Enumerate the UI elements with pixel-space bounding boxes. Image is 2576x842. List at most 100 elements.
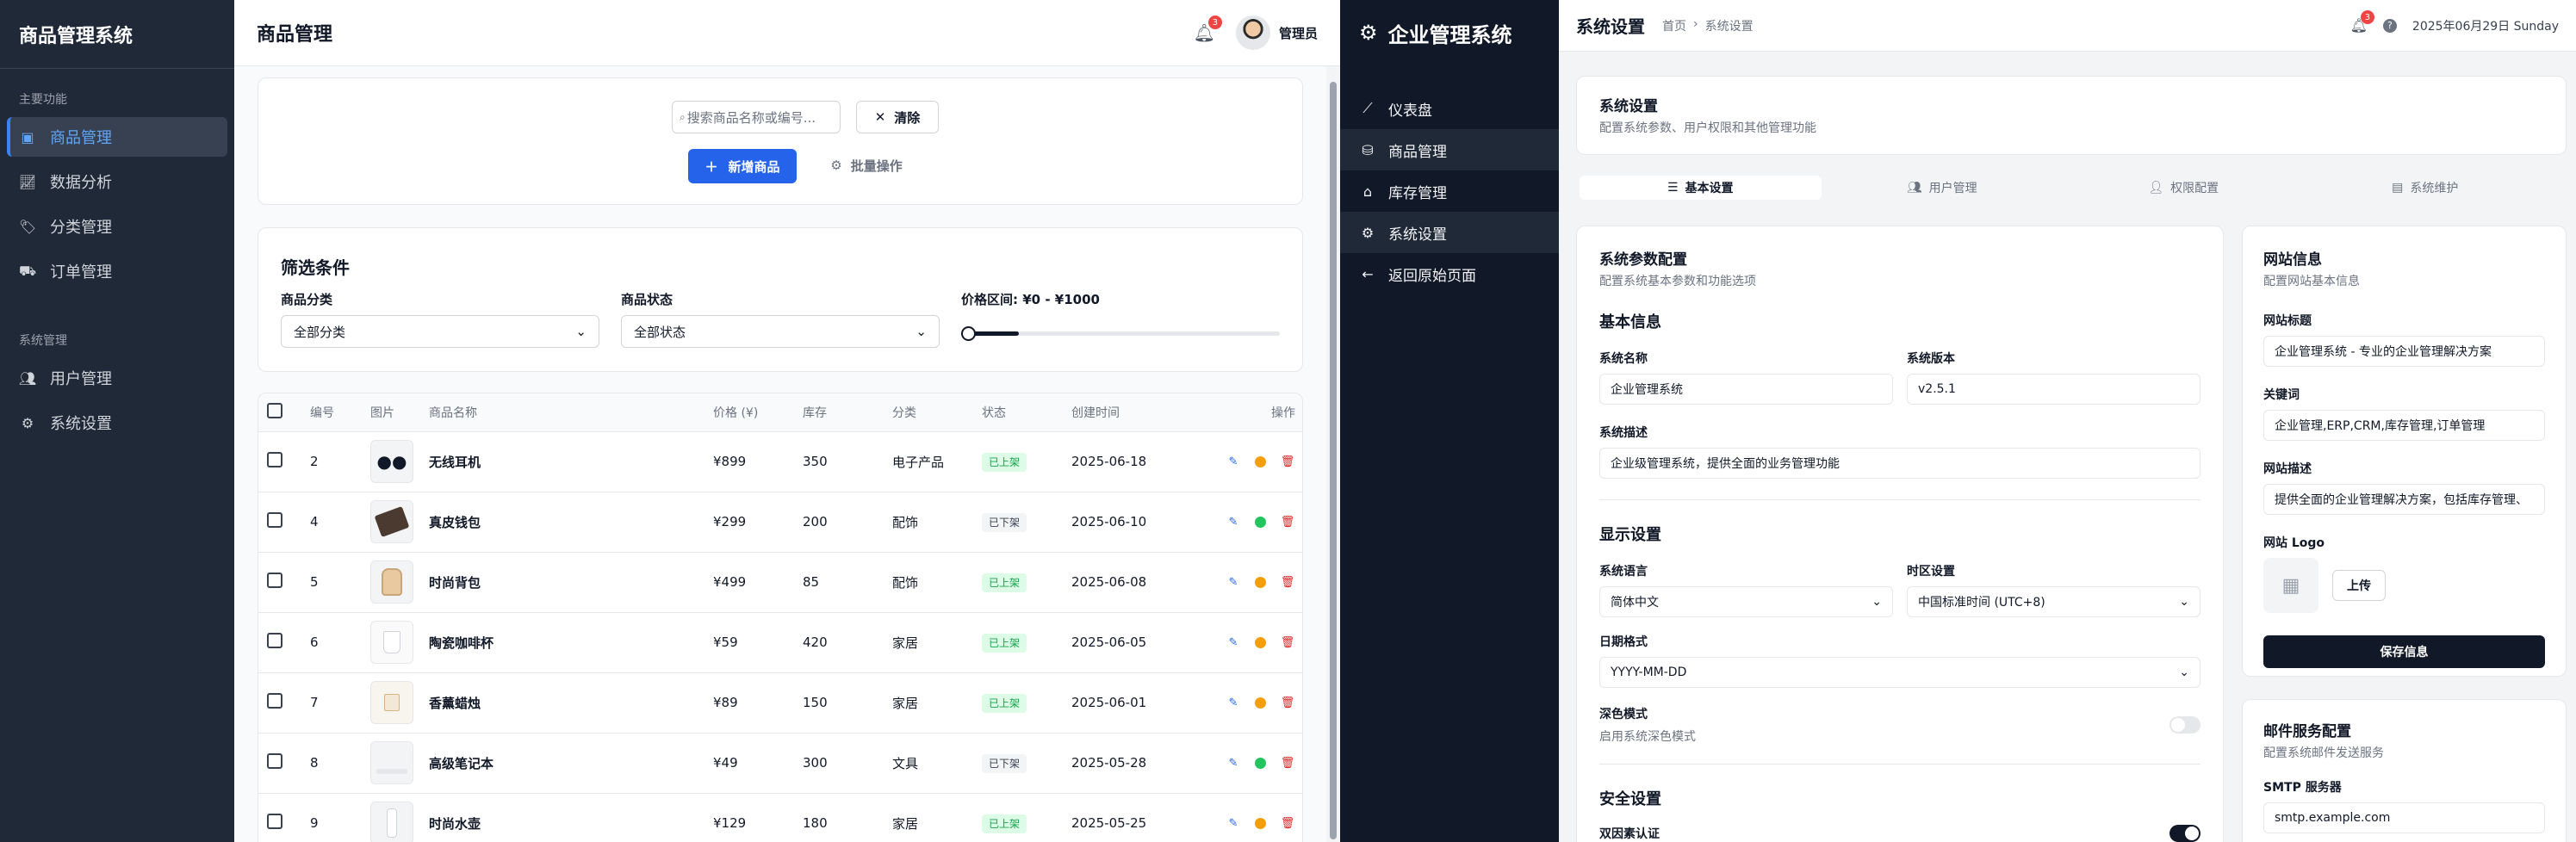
- sidebar: ⚙ 企业管理系统 ⟋ 仪表盘 ⛁ 商品管理 ⌂ 库存管理 ⚙ 系统设置 ← 返回原始页面: [1340, 0, 1559, 842]
- pause-icon[interactable]: [1255, 636, 1266, 648]
- pause-icon[interactable]: [1255, 455, 1266, 467]
- cell-id: 7: [310, 672, 370, 734]
- trash-icon[interactable]: 🗑︎: [1281, 697, 1295, 709]
- mug-image: [383, 631, 400, 653]
- add-product-button[interactable]: ＋ 新增商品: [688, 149, 797, 183]
- filter-title: 筛选条件: [281, 257, 350, 278]
- site-desc-input[interactable]: 提供全面的企业管理解决方案，包括库存管理、: [2263, 484, 2545, 515]
- cell-name: 香薰蜡烛: [429, 672, 713, 734]
- category-select[interactable]: 全部分类 ⌄: [281, 315, 599, 348]
- row-checkbox[interactable]: [267, 753, 282, 769]
- date-format-value: YYYY-MM-DD: [1611, 666, 1687, 679]
- truck-icon: ⛟: [18, 262, 37, 279]
- toolbar-card: ⌕ 搜索商品名称或编号... ✕ 清除 ＋ 新增商品 ⚙ 批量操作: [258, 77, 1303, 205]
- tab-permissions[interactable]: 👤︎ 权限配置: [2063, 176, 2305, 200]
- row-checkbox[interactable]: [267, 633, 282, 648]
- save-info-button[interactable]: 保存信息: [2263, 635, 2545, 668]
- trash-icon[interactable]: 🗑︎: [1281, 516, 1295, 529]
- version-input[interactable]: v2.5.1: [1907, 374, 2200, 405]
- lang-label: 系统语言: [1599, 565, 1648, 579]
- status-value: 全部状态: [634, 324, 686, 340]
- edit-icon[interactable]: ✎: [1227, 516, 1239, 529]
- notification-button[interactable]: 🔔︎ 3: [2350, 10, 2374, 34]
- batch-button[interactable]: ⚙ 批量操作: [812, 149, 921, 182]
- system-name-input[interactable]: 企业管理系统: [1599, 374, 1893, 405]
- publish-icon[interactable]: [1255, 757, 1266, 769]
- nav-item-settings[interactable]: ⚙ 系统设置: [1340, 212, 1559, 253]
- language-select[interactable]: 简体中文 ⌄: [1599, 586, 1893, 617]
- product-image: [370, 741, 413, 784]
- warehouse-icon: ⌂: [1362, 183, 1373, 200]
- pause-icon[interactable]: [1255, 697, 1266, 709]
- upload-button[interactable]: 上传: [2332, 570, 2386, 601]
- publish-icon[interactable]: [1255, 516, 1266, 528]
- nav-label: 返回原始页面: [1388, 267, 1476, 285]
- slider-handle[interactable]: [961, 326, 976, 341]
- system-desc-input[interactable]: 企业级管理系统，提供全面的业务管理功能: [1599, 448, 2200, 479]
- keywords-input[interactable]: 企业管理,ERP,CRM,库存管理,订单管理: [2263, 410, 2545, 441]
- tab-maintenance[interactable]: ▤ 系统维护: [2305, 176, 2547, 200]
- trash-icon[interactable]: 🗑︎: [1281, 636, 1295, 649]
- col-id: 编号: [310, 393, 370, 432]
- select-all-checkbox[interactable]: [267, 402, 282, 418]
- user-menu[interactable]: 管理员: [1235, 15, 1318, 50]
- site-title-input[interactable]: 企业管理系统 - 专业的企业管理解决方案: [2263, 336, 2545, 367]
- trash-icon[interactable]: 🗑︎: [1281, 455, 1295, 468]
- trash-icon[interactable]: 🗑︎: [1281, 576, 1295, 589]
- breadcrumb-home[interactable]: 首页: [1662, 17, 1686, 34]
- edit-icon[interactable]: ✎: [1227, 757, 1239, 770]
- clear-label: 清除: [894, 109, 921, 126]
- nav-item-back[interactable]: ← 返回原始页面: [1340, 253, 1559, 294]
- price-slider[interactable]: [961, 315, 1280, 348]
- tab-basic[interactable]: ☰ 基本设置: [1580, 176, 1822, 200]
- notification-button[interactable]: 🔔︎ 3: [1194, 15, 1222, 43]
- nav-item-products[interactable]: ⛁ 商品管理: [1340, 129, 1559, 170]
- status-select[interactable]: 全部状态 ⌄: [621, 315, 940, 348]
- trash-icon[interactable]: 🗑︎: [1281, 817, 1295, 830]
- edit-icon[interactable]: ✎: [1227, 636, 1239, 649]
- nav-item-products[interactable]: ▣ 商品管理: [7, 117, 227, 157]
- bottle-image: [387, 808, 397, 838]
- nav-item-categories[interactable]: 🏷︎ 分类管理: [7, 207, 227, 246]
- mail-card: 邮件服务配置 配置系统邮件发送服务 SMTP 服务器 smtp.example.c…: [2242, 699, 2567, 842]
- row-checkbox[interactable]: [267, 512, 282, 528]
- nav-item-settings[interactable]: ⚙ 系统设置: [7, 403, 227, 443]
- nav-item-inventory[interactable]: ⌂ 库存管理: [1340, 170, 1559, 212]
- nav-item-orders[interactable]: ⛟ 订单管理: [7, 251, 227, 291]
- dark-mode-label: 深色模式: [1599, 708, 1648, 721]
- clear-button[interactable]: ✕ 清除: [856, 101, 939, 133]
- site-title-label: 网站标题: [2263, 314, 2312, 328]
- trash-icon[interactable]: 🗑︎: [1281, 757, 1295, 770]
- row-checkbox[interactable]: [267, 452, 282, 467]
- version-label: 系统版本: [1907, 352, 1955, 366]
- close-icon: ✕: [874, 109, 886, 125]
- nav-label: 仪表盘: [1388, 102, 1432, 120]
- edit-icon[interactable]: ✎: [1227, 697, 1239, 709]
- col-price: 价格 (¥): [713, 393, 803, 432]
- row-checkbox[interactable]: [267, 814, 282, 829]
- edit-icon[interactable]: ✎: [1227, 817, 1239, 830]
- timezone-select[interactable]: 中国标准时间 (UTC+8) ⌄: [1907, 586, 2200, 617]
- product-image: [370, 802, 413, 842]
- row-checkbox[interactable]: [267, 693, 282, 709]
- pause-icon[interactable]: [1255, 576, 1266, 588]
- search-input[interactable]: ⌕ 搜索商品名称或编号...: [672, 101, 841, 133]
- date-format-select[interactable]: YYYY-MM-DD ⌄: [1599, 657, 2200, 688]
- scrollbar-thumb[interactable]: [1330, 82, 1337, 839]
- nav-item-analytics[interactable]: 📈︎ 数据分析: [7, 162, 227, 201]
- wallet-image: [374, 505, 410, 538]
- scrollbar[interactable]: [1326, 66, 1340, 842]
- help-icon[interactable]: ?: [2382, 18, 2397, 33]
- pause-icon[interactable]: [1255, 817, 1266, 829]
- nav-item-dashboard[interactable]: ⟋ 仪表盘: [1340, 88, 1559, 129]
- row-checkbox[interactable]: [267, 573, 282, 588]
- dark-mode-toggle[interactable]: [2169, 716, 2200, 734]
- twofa-toggle[interactable]: [2169, 825, 2200, 842]
- tab-users[interactable]: 👥︎ 用户管理: [1822, 176, 2064, 200]
- cell-stock: 200: [803, 492, 892, 553]
- tab-label: 系统维护: [2410, 182, 2459, 195]
- edit-icon[interactable]: ✎: [1227, 576, 1239, 589]
- nav-item-users[interactable]: 👥︎ 用户管理: [7, 358, 227, 398]
- edit-icon[interactable]: ✎: [1227, 455, 1239, 468]
- smtp-input[interactable]: smtp.example.com: [2263, 802, 2545, 833]
